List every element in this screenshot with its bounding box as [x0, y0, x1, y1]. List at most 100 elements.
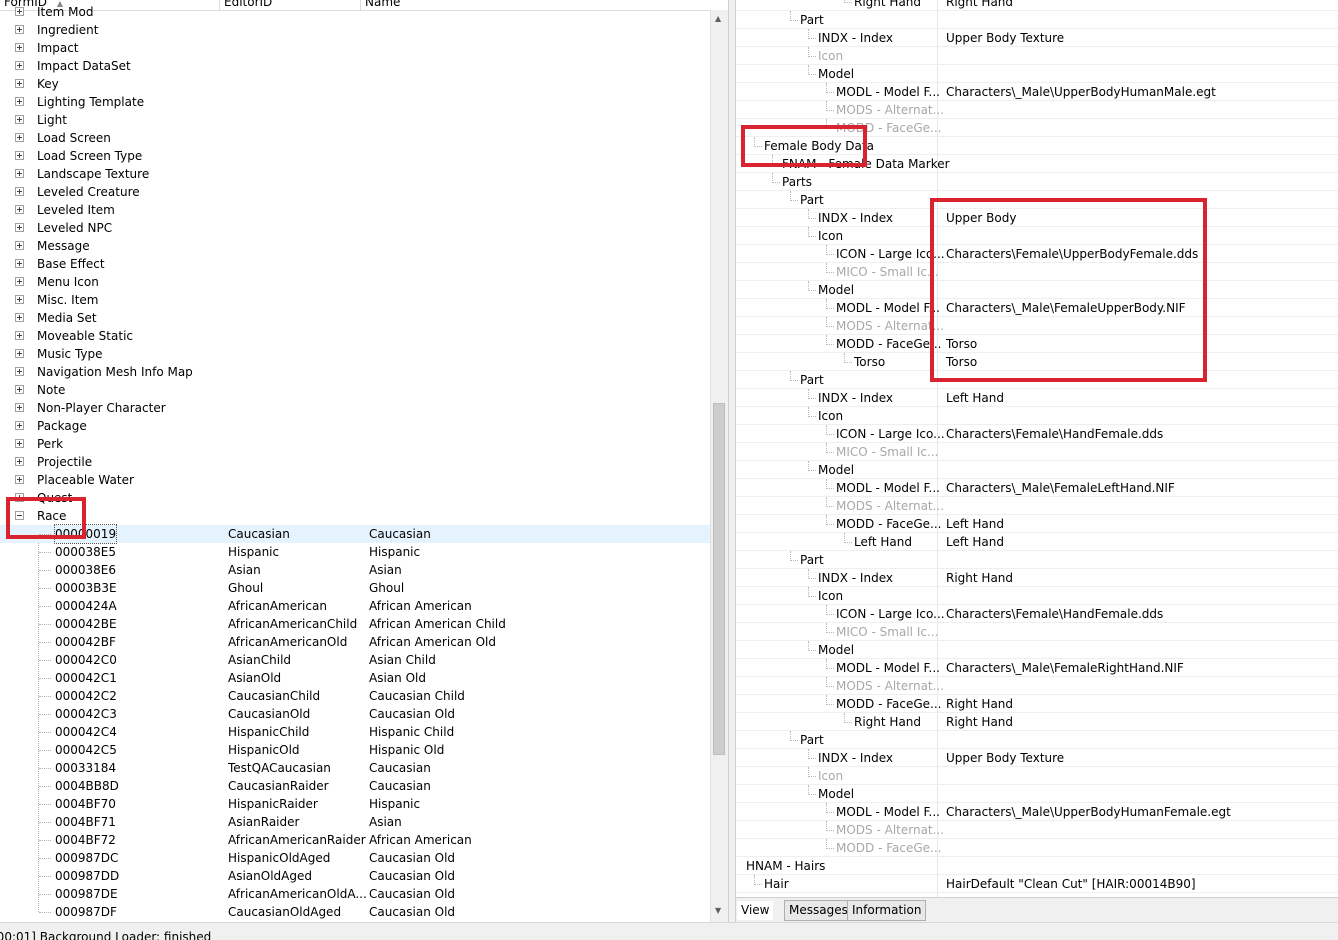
category-row[interactable]: Non-Player Character	[0, 399, 700, 417]
detail-row[interactable]: Icon	[736, 407, 1338, 425]
race-record-row[interactable]: 000042C1 AsianOld Asian Old	[0, 669, 710, 687]
detail-row[interactable]: MODS - Alternat...	[736, 317, 1338, 335]
expand-icon[interactable]	[15, 475, 24, 484]
race-record-row[interactable]: 000042BE AfricanAmericanChild African Amer…	[0, 615, 710, 633]
expand-icon[interactable]	[15, 7, 24, 16]
expand-icon[interactable]	[15, 349, 24, 358]
detail-row[interactable]: Right Hand Right Hand	[736, 0, 1338, 11]
scrollbar-thumb[interactable]	[713, 403, 725, 755]
expand-icon[interactable]	[15, 43, 24, 52]
detail-row[interactable]: MODL - Model F... Characters\_Male\Female…	[736, 659, 1338, 677]
detail-row[interactable]: ICON - Large Ico... Characters\Female\Han…	[736, 605, 1338, 623]
expand-icon[interactable]	[15, 151, 24, 160]
category-row[interactable]: Item Mod	[0, 3, 700, 21]
expand-icon[interactable]	[15, 331, 24, 340]
tab-information[interactable]: Information	[847, 900, 927, 921]
race-record-row[interactable]: 000987DE AfricanAmericanOldA... Caucasian …	[0, 885, 710, 903]
detail-row[interactable]: FNAM - Female Data Marker	[736, 155, 1338, 173]
category-row[interactable]: Moveable Static	[0, 327, 700, 345]
detail-row[interactable]: Part	[736, 191, 1338, 209]
expand-icon[interactable]	[15, 61, 24, 70]
category-row[interactable]: Message	[0, 237, 700, 255]
expand-icon[interactable]	[15, 187, 24, 196]
detail-row[interactable]: MODD - FaceGe... Right Hand	[736, 695, 1338, 713]
race-record-row[interactable]: 0004BF70 HispanicRaider Hispanic	[0, 795, 710, 813]
detail-row[interactable]: MODS - Alternat...	[736, 497, 1338, 515]
category-row[interactable]: Base Effect	[0, 255, 700, 273]
expand-icon[interactable]	[15, 241, 24, 250]
collapse-icon[interactable]	[15, 511, 24, 520]
detail-row[interactable]: INDX - Index Upper Body Texture	[736, 749, 1338, 767]
category-row[interactable]: Music Type	[0, 345, 700, 363]
scroll-up-icon[interactable]: ▲	[715, 14, 721, 23]
expand-icon[interactable]	[15, 115, 24, 124]
detail-row[interactable]: Icon	[736, 767, 1338, 785]
category-row[interactable]: Projectile	[0, 453, 700, 471]
detail-row[interactable]: MICO - Small Ic...	[736, 623, 1338, 641]
detail-row[interactable]: ICON - Large Ico... Characters\Female\Han…	[736, 425, 1338, 443]
race-record-row[interactable]: 000042C2 CaucasianChild Caucasian Child	[0, 687, 710, 705]
expand-icon[interactable]	[15, 295, 24, 304]
detail-row[interactable]: INDX - Index Left Hand	[736, 389, 1338, 407]
expand-icon[interactable]	[15, 133, 24, 142]
detail-row[interactable]: MODD - FaceGe...	[736, 119, 1338, 137]
category-row[interactable]: Load Screen Type	[0, 147, 700, 165]
expand-icon[interactable]	[15, 223, 24, 232]
race-record-row[interactable]: 0000424A AfricanAmerican African American	[0, 597, 710, 615]
detail-row[interactable]: INDX - Index Upper Body Texture	[736, 29, 1338, 47]
detail-row[interactable]: Part	[736, 371, 1338, 389]
detail-row[interactable]: MICO - Small Ic...	[736, 443, 1338, 461]
category-row[interactable]: Note	[0, 381, 700, 399]
expand-icon[interactable]	[15, 259, 24, 268]
expand-icon[interactable]	[15, 169, 24, 178]
category-row[interactable]: Ingredient	[0, 21, 700, 39]
detail-row[interactable]: Icon	[736, 227, 1338, 245]
race-record-row[interactable]: 000987DD AsianOldAged Caucasian Old	[0, 867, 710, 885]
tab-messages[interactable]: Messages	[784, 900, 853, 921]
category-row[interactable]: Menu Icon	[0, 273, 700, 291]
detail-row[interactable]: ICON - Large Ico... Characters\Female\Upp…	[736, 245, 1338, 263]
category-row[interactable]: Package	[0, 417, 700, 435]
category-row[interactable]: Lighting Template	[0, 93, 700, 111]
detail-row[interactable]: Model	[736, 641, 1338, 659]
detail-row[interactable]: MODD - FaceGe... Torso	[736, 335, 1338, 353]
detail-row[interactable]: MODL - Model F... Characters\_Male\Female…	[736, 299, 1338, 317]
detail-row[interactable]: MODL - Model F... Characters\_Male\UpperB…	[736, 83, 1338, 101]
detail-row[interactable]: MODL - Model F... Characters\_Male\Female…	[736, 479, 1338, 497]
category-row[interactable]: Light	[0, 111, 700, 129]
detail-row[interactable]: Part	[736, 551, 1338, 569]
detail-row[interactable]: Hair HairDefault "Clean Cut" [HAIR:00014B…	[736, 875, 1338, 893]
detail-row[interactable]: MODS - Alternat...	[736, 677, 1338, 695]
race-record-row[interactable]: 000042C3 CaucasianOld Caucasian Old	[0, 705, 710, 723]
category-row[interactable]: Leveled NPC	[0, 219, 700, 237]
category-row[interactable]: Leveled Creature	[0, 183, 700, 201]
detail-row[interactable]: HNAM - Hairs	[736, 857, 1338, 875]
expand-icon[interactable]	[15, 313, 24, 322]
detail-row[interactable]: MODD - FaceGe... Left Hand	[736, 515, 1338, 533]
race-record-row[interactable]: 000987DC HispanicOldAged Caucasian Old	[0, 849, 710, 867]
detail-row[interactable]: Model	[736, 461, 1338, 479]
detail-row[interactable]: MODD - FaceGe...	[736, 839, 1338, 857]
detail-row[interactable]: Icon	[736, 47, 1338, 65]
category-row[interactable]: Misc. Item	[0, 291, 700, 309]
race-record-row[interactable]: 000042C5 HispanicOld Hispanic Old	[0, 741, 710, 759]
race-record-row[interactable]: 00000019 Caucasian Caucasian	[0, 524, 710, 544]
detail-row[interactable]: Left Hand Left Hand	[736, 533, 1338, 551]
category-row[interactable]: Landscape Texture	[0, 165, 700, 183]
race-record-row[interactable]: 000038E5 Hispanic Hispanic	[0, 543, 710, 561]
detail-row[interactable]: Model	[736, 281, 1338, 299]
expand-icon[interactable]	[15, 97, 24, 106]
expand-icon[interactable]	[15, 439, 24, 448]
detail-row[interactable]: Model	[736, 785, 1338, 803]
race-record-row[interactable]: 0004BF71 AsianRaider Asian	[0, 813, 710, 831]
race-record-row[interactable]: 0004BF72 AfricanAmericanRaider African Ame…	[0, 831, 710, 849]
category-row[interactable]: Impact	[0, 39, 700, 57]
category-row[interactable]: Media Set	[0, 309, 700, 327]
expand-icon[interactable]	[15, 79, 24, 88]
detail-row[interactable]: Torso Torso	[736, 353, 1338, 371]
race-record-row[interactable]: 00033184 TestQACaucasian Caucasian	[0, 759, 710, 777]
category-row[interactable]: Key	[0, 75, 700, 93]
detail-row[interactable]: Right Hand Right Hand	[736, 713, 1338, 731]
detail-row[interactable]: Part	[736, 731, 1338, 749]
expand-icon[interactable]	[15, 367, 24, 376]
